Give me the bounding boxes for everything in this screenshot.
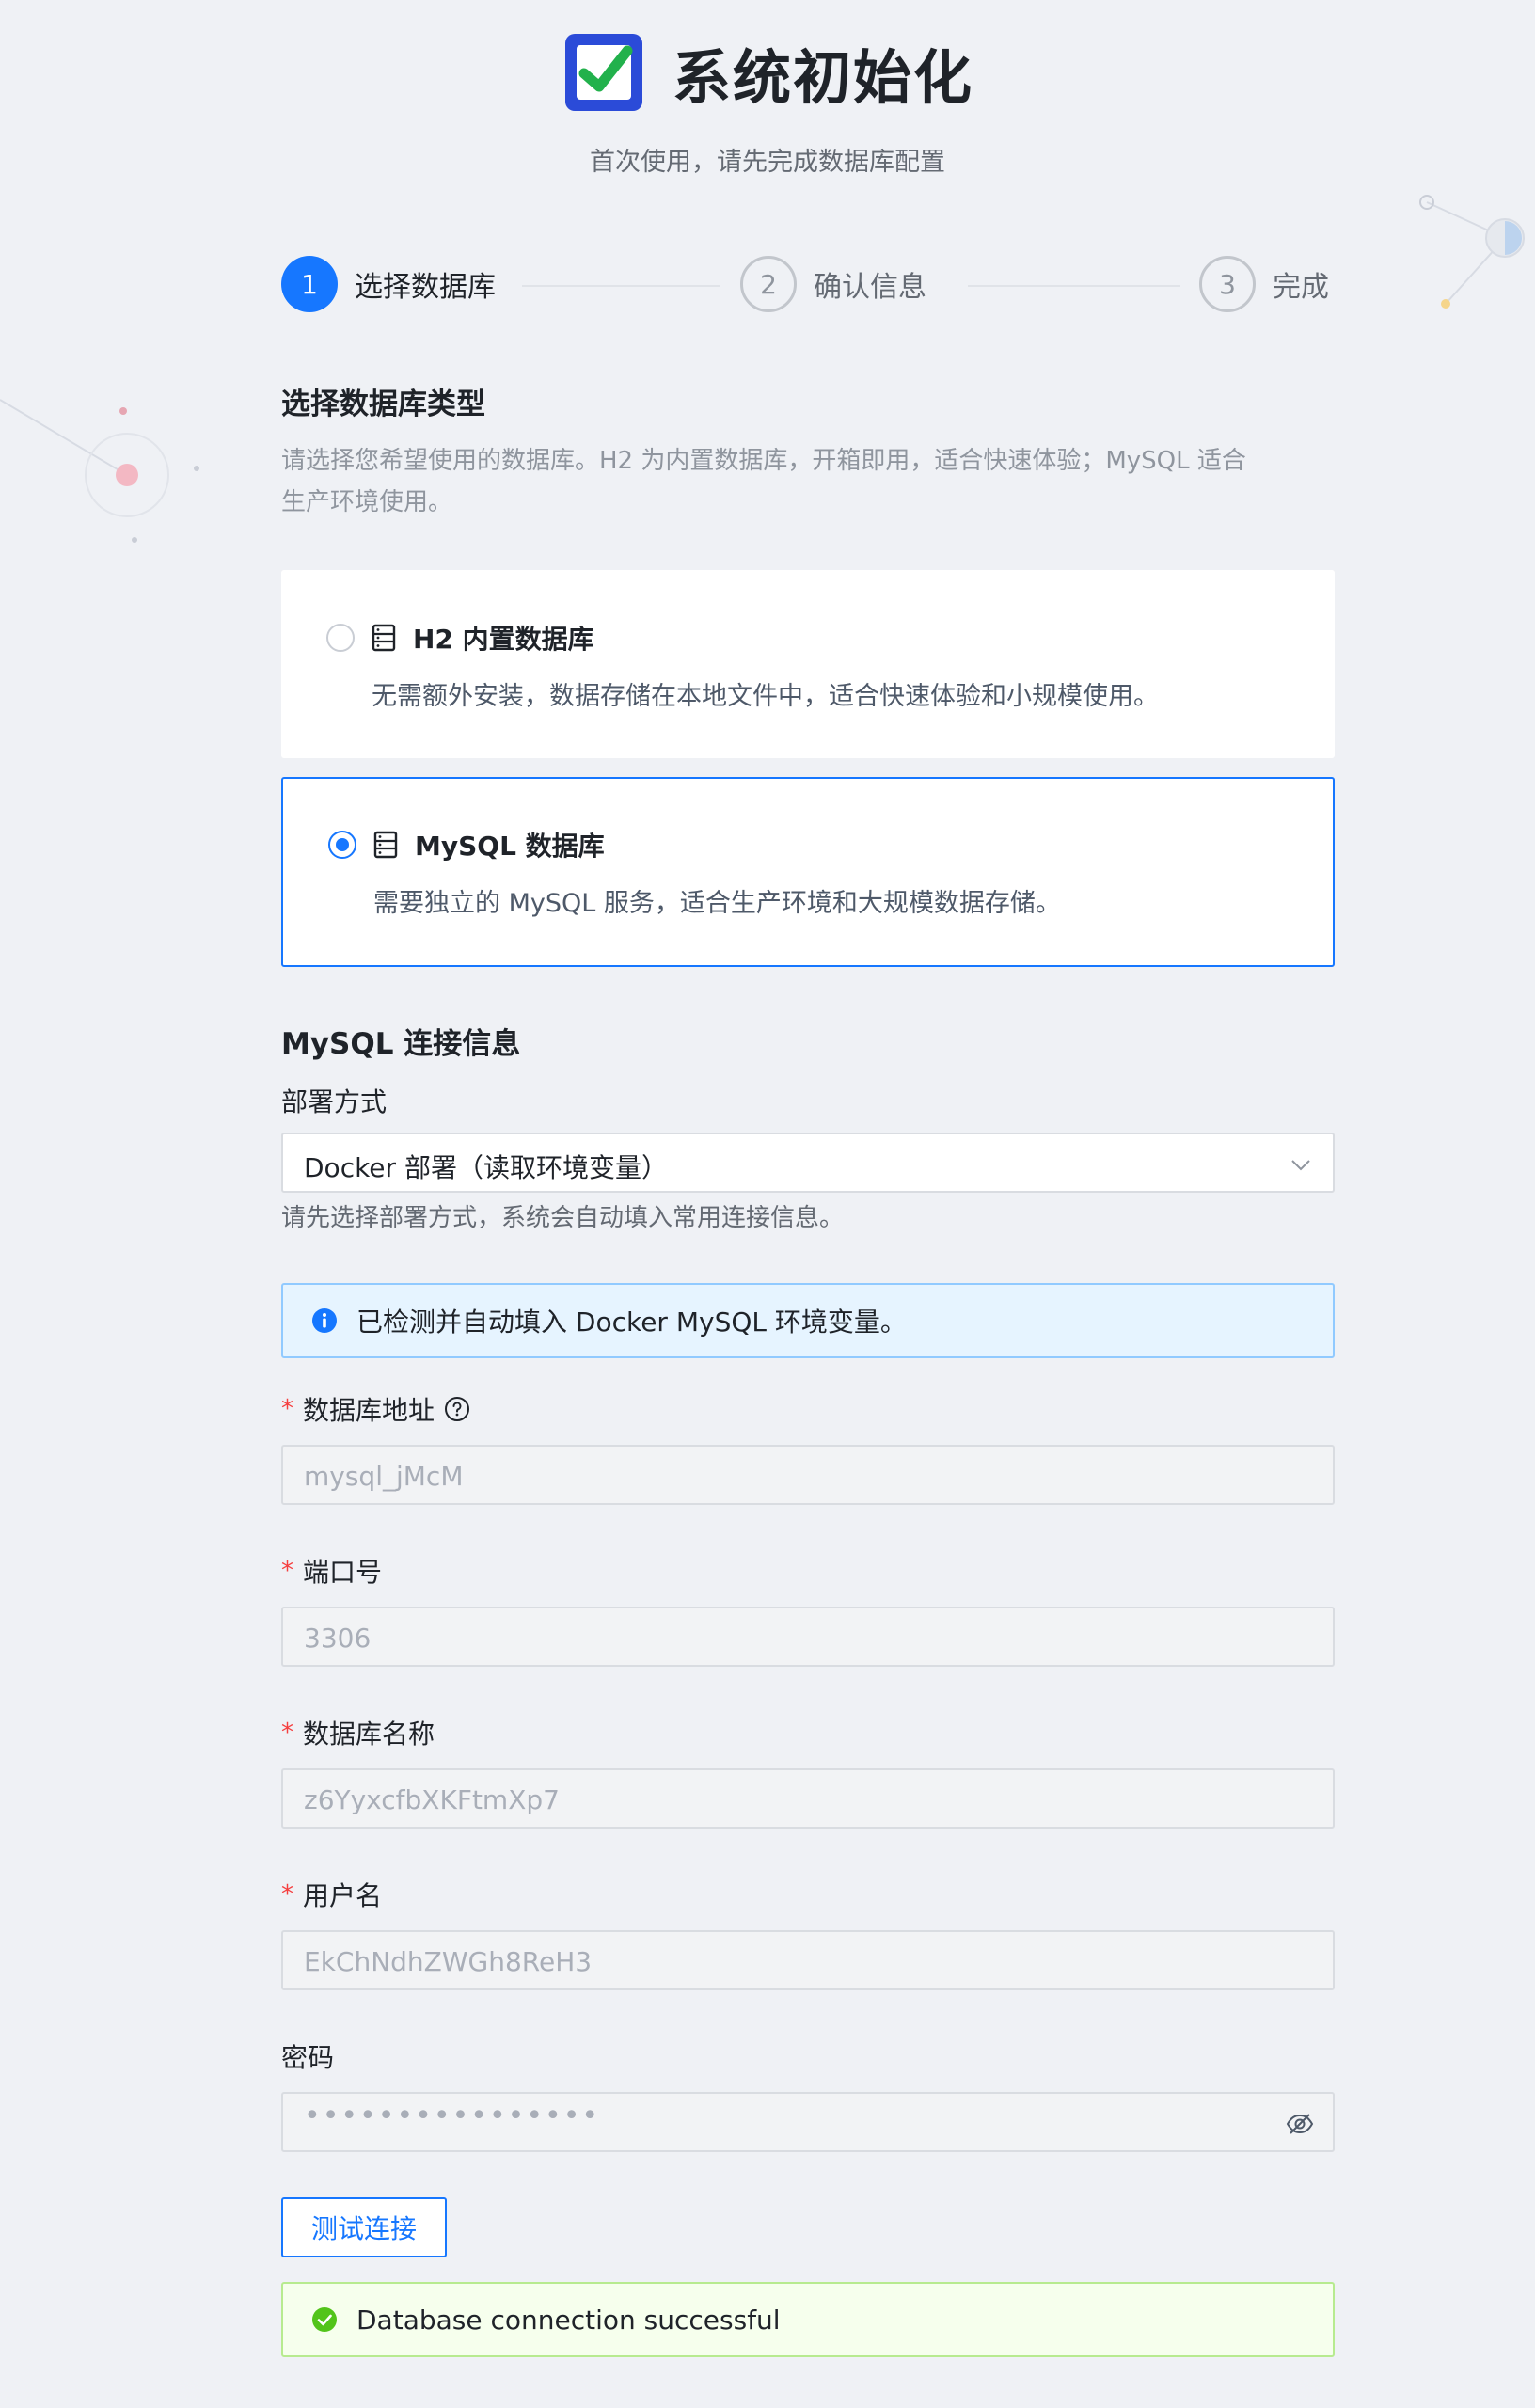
input-value: 3306: [304, 1623, 372, 1654]
radio-mysql[interactable]: [328, 831, 356, 859]
step-indicator: 1 选择数据库 2 确认信息 3 完成: [281, 256, 1335, 316]
label-text: 数据库名称: [303, 1719, 435, 1750]
input-value: z6YyxcfbXKFtmXp7: [304, 1784, 560, 1815]
label-text: 密码: [281, 2042, 335, 2073]
required-mark: *: [281, 1880, 293, 1909]
success-alert-text: Database connection successful: [356, 2304, 781, 2336]
section-title-database: 选择数据库类型: [281, 388, 485, 421]
input-value: ••••••••••••••••: [304, 2099, 601, 2132]
host-input[interactable]: mysql_jMcM: [281, 1445, 1335, 1505]
step-number: 2: [740, 256, 797, 312]
required-mark: *: [281, 1557, 293, 1585]
dbname-label: * 数据库名称: [281, 1714, 435, 1751]
info-alert-text: 已检测并自动填入 Docker MySQL 环境变量。: [356, 1307, 907, 1338]
radio-h2[interactable]: [326, 624, 355, 652]
db-option-header: MySQL 数据库: [328, 826, 605, 863]
select-value: Docker 部署（读取环境变量）: [304, 1152, 668, 1183]
username-label: * 用户名: [281, 1876, 382, 1913]
port-input[interactable]: 3306: [281, 1607, 1335, 1667]
step-connector: [522, 285, 720, 287]
label-text: 用户名: [303, 1880, 383, 1911]
description-line: 生产环境使用。: [281, 488, 453, 516]
chevron-down-icon: [1291, 1160, 1310, 1171]
description-line: 请选择您希望使用的数据库。H2 为内置数据库，开箱即用，适合快速体验；MySQL…: [281, 447, 1246, 475]
db-option-name: MySQL 数据库: [415, 831, 605, 862]
step-2: 2 确认信息: [740, 256, 926, 312]
input-value: EkChNdhZWGh8ReH3: [304, 1946, 593, 1977]
required-mark: *: [281, 1719, 293, 1747]
db-option-description: 需要独立的 MySQL 服务，适合生产环境和大规模数据存储。: [373, 889, 1061, 918]
port-label: * 端口号: [281, 1552, 382, 1590]
step-label: 选择数据库: [355, 271, 496, 304]
label-text: 端口号: [303, 1557, 383, 1588]
database-icon: [373, 831, 398, 859]
label-text: 数据库地址: [303, 1395, 435, 1426]
check-circle-icon: [312, 2307, 337, 2332]
step-1: 1 选择数据库: [281, 256, 496, 312]
section-description: 请选择您希望使用的数据库。H2 为内置数据库，开箱即用，适合快速体验；MySQL…: [281, 440, 1335, 523]
step-number: 3: [1199, 256, 1256, 312]
label-text: 部署方式: [281, 1086, 388, 1117]
success-alert: Database connection successful: [281, 2282, 1335, 2357]
db-option-description: 无需额外安装，数据存储在本地文件中，适合快速体验和小规模使用。: [372, 682, 1159, 711]
required-mark: *: [281, 1395, 293, 1423]
db-option-mysql[interactable]: MySQL 数据库 需要独立的 MySQL 服务，适合生产环境和大规模数据存储。: [281, 777, 1335, 967]
input-value: mysql_jMcM: [304, 1461, 464, 1492]
info-alert: 已检测并自动填入 Docker MySQL 环境变量。: [281, 1283, 1335, 1358]
dbname-input[interactable]: z6YyxcfbXKFtmXp7: [281, 1768, 1335, 1829]
header: 系统初始化: [0, 30, 1535, 115]
info-icon: [312, 1308, 337, 1333]
password-input[interactable]: ••••••••••••••••: [281, 2092, 1335, 2152]
host-label: * 数据库地址: [281, 1390, 470, 1428]
deploy-mode-hint: 请先选择部署方式，系统会自动填入常用连接信息。: [281, 1204, 845, 1232]
step-number: 1: [281, 256, 338, 312]
eye-off-icon[interactable]: [1286, 2110, 1314, 2138]
deploy-mode-select[interactable]: Docker 部署（读取环境变量）: [281, 1133, 1335, 1193]
checkbox-check-icon: [564, 34, 642, 111]
database-icon: [372, 624, 396, 652]
db-option-name: H2 内置数据库: [413, 624, 594, 655]
test-connection-button[interactable]: 测试连接: [281, 2197, 447, 2258]
step-label: 确认信息: [814, 271, 926, 304]
step-label: 完成: [1273, 271, 1329, 304]
db-option-h2[interactable]: H2 内置数据库 无需额外安装，数据存储在本地文件中，适合快速体验和小规模使用。: [281, 570, 1335, 758]
db-option-header: H2 内置数据库: [326, 619, 594, 657]
step-3: 3 完成: [1199, 256, 1329, 312]
page-title: 系统初始化: [672, 43, 973, 112]
step-connector: [968, 285, 1180, 287]
help-icon[interactable]: [444, 1396, 470, 1422]
section-title-mysql: MySQL 连接信息: [281, 1027, 521, 1061]
page-subtitle: 首次使用，请先完成数据库配置: [590, 148, 945, 177]
deploy-mode-label: 部署方式: [281, 1082, 387, 1119]
username-input[interactable]: EkChNdhZWGh8ReH3: [281, 1930, 1335, 1990]
password-label: 密码: [281, 2037, 334, 2075]
